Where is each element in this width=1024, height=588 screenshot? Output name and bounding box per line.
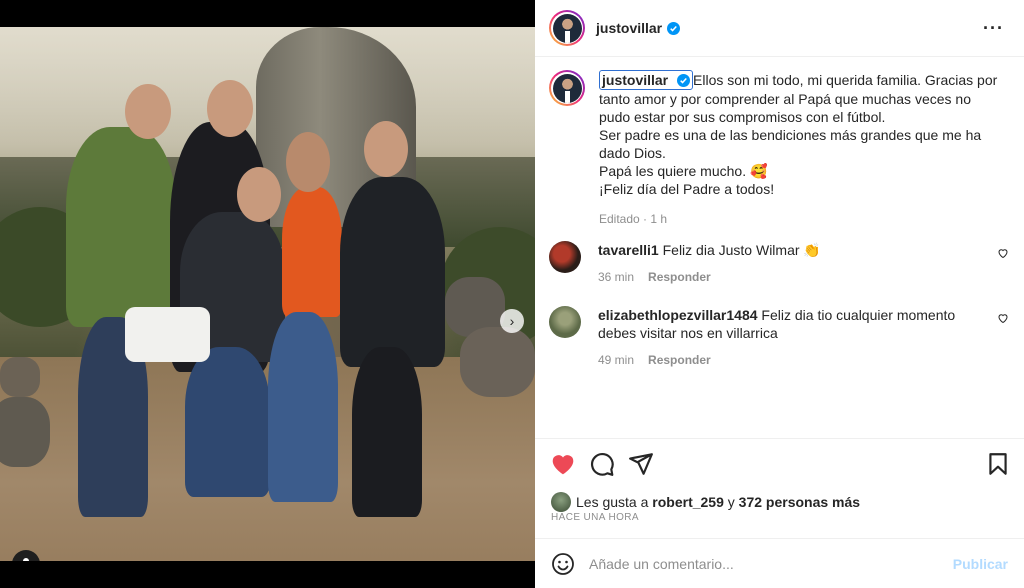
post-header: justovillar ··· (535, 0, 1024, 57)
photo-person-head (237, 167, 281, 222)
verified-badge-icon (667, 21, 681, 35)
emoji-icon[interactable] (551, 552, 575, 576)
post-photo[interactable]: › (0, 27, 535, 561)
publish-button[interactable]: Publicar (953, 556, 1008, 572)
user-icon (23, 558, 29, 561)
photo-person (282, 187, 342, 317)
caption-author-avatar[interactable] (549, 70, 585, 106)
commenter-username[interactable]: elizabethlopezvillar1484 (598, 307, 758, 323)
photo-person-head (125, 84, 171, 139)
caption-line: dado Dios. (599, 145, 666, 161)
comment-time: 36 min (598, 270, 635, 284)
photo-person-head (207, 80, 253, 137)
comment-icon[interactable] (589, 451, 615, 477)
liker-avatar (551, 492, 571, 512)
photo-boulder (0, 357, 40, 397)
save-bookmark-icon[interactable] (985, 451, 1011, 477)
author-avatar[interactable] (549, 10, 585, 46)
commenter-username[interactable]: tavarelli1 (598, 242, 659, 258)
photo-person (352, 347, 422, 517)
photo-handbag (125, 307, 210, 362)
commenter-avatar[interactable] (549, 306, 581, 338)
caption-line: ¡Feliz día del Padre a todos! (599, 181, 775, 197)
carousel-next-button[interactable]: › (500, 309, 524, 333)
photo-boulder (0, 397, 50, 467)
photo-person (66, 127, 176, 327)
comment-like-icon[interactable] (997, 312, 1009, 324)
comment-item: tavarelli1 Feliz dia Justo Wilmar 👏 36 m… (549, 241, 1009, 286)
instagram-post-modal: › justovillar ··· justovillar Ellos son … (0, 0, 1024, 588)
caption-username[interactable]: justovillar (599, 70, 694, 90)
caption-line: tanto amor y por comprender al Papá que … (599, 91, 971, 107)
likes-summary[interactable]: Les gusta a robert_259 y 372 personas má… (551, 492, 860, 512)
post-actions-bar (535, 438, 1024, 488)
commenter-avatar[interactable] (549, 241, 581, 273)
reply-button[interactable]: Responder (648, 270, 711, 284)
caption-line: Papá les quiere mucho. 🥰 (599, 163, 768, 179)
photo-person-head (286, 132, 330, 192)
share-send-icon[interactable] (628, 451, 654, 477)
comment-like-icon[interactable] (997, 247, 1009, 259)
more-options-icon[interactable]: ··· (983, 18, 1004, 39)
caption-line: Ellos son mi todo, mi querida familia. G… (693, 72, 998, 88)
caption-line: pudo estar por sus compromisos con el fú… (599, 109, 886, 125)
photo-person (340, 177, 445, 367)
caption-line: Ser padre es una de las bendiciones más … (599, 127, 982, 143)
photo-person (268, 312, 338, 502)
post-caption: justovillar Ellos son mi todo, mi querid… (549, 70, 1009, 228)
like-heart-icon[interactable] (550, 451, 576, 477)
likes-count[interactable]: 372 personas más (739, 494, 860, 510)
post-details-panel: justovillar ··· justovillar Ellos son mi… (535, 0, 1024, 588)
comment-composer: Añade un comentario... Publicar (535, 538, 1024, 588)
comment-input[interactable]: Añade un comentario... (589, 556, 953, 572)
likes-prefix: Les gusta a (576, 494, 649, 510)
comment-item: elizabethlopezvillar1484 Feliz dia tio c… (549, 306, 1009, 369)
likes-connector: y (727, 494, 735, 510)
comment-time: 49 min (598, 353, 635, 367)
reply-button[interactable]: Responder (648, 353, 711, 367)
photo-person (185, 347, 270, 497)
verified-badge-icon (677, 74, 691, 87)
photo-person-head (364, 121, 408, 177)
comment-text: Feliz dia Justo Wilmar 👏 (662, 242, 821, 258)
photo-boulder (460, 327, 535, 397)
caption-edited-time: Editado · 1 h (599, 212, 668, 226)
author-username[interactable]: justovillar (596, 20, 662, 36)
liker-username[interactable]: robert_259 (652, 494, 724, 510)
post-timestamp: HACE UNA HORA (551, 512, 639, 523)
